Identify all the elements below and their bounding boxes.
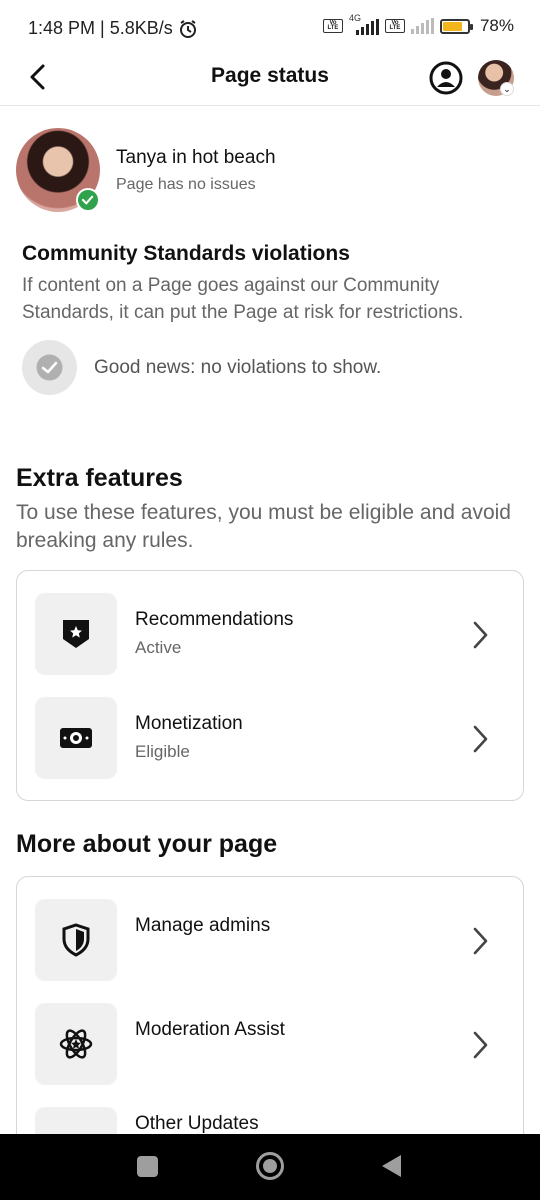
- check-badge-icon: [76, 188, 100, 212]
- more-label: Other Updates: [135, 1113, 259, 1134]
- extra-features-description: To use these features, you must be eligi…: [16, 501, 511, 552]
- chevron-right-icon: [473, 1031, 488, 1059]
- chevron-down-icon[interactable]: ⌄: [500, 82, 514, 96]
- shield-icon: [35, 899, 117, 981]
- profile-icon[interactable]: [428, 60, 464, 96]
- signal-icon: 4G: [349, 13, 379, 35]
- atom-icon: [35, 1003, 117, 1085]
- signal-icon-2: [410, 18, 434, 34]
- back-button[interactable]: [382, 1155, 401, 1177]
- feature-label: Monetization: [135, 713, 243, 734]
- system-nav-bar: [0, 1134, 540, 1200]
- community-standards-description: If content on a Page goes against our Co…: [22, 275, 464, 323]
- page-status-text: Page has no issues: [116, 176, 256, 193]
- feature-status: Eligible: [135, 742, 190, 761]
- more-label: Moderation Assist: [135, 1019, 285, 1040]
- status-time: 1:48 PM | 5.8KB/s: [28, 18, 173, 38]
- status-bar: 1:48 PM | 5.8KB/s Vo LTE 4G Vo LTE 78%: [0, 0, 540, 56]
- app-header: Page status ⌄: [0, 52, 540, 106]
- battery-icon: [439, 18, 473, 34]
- more-about-title: More about your page: [16, 830, 278, 858]
- page-name: Tanya in hot beach: [116, 147, 276, 168]
- chevron-right-icon: [473, 927, 488, 955]
- volte-icon-2: Vo LTE: [384, 19, 405, 33]
- community-standards-title: Community Standards violations: [22, 242, 350, 265]
- money-icon: [35, 697, 117, 779]
- more-label: Manage admins: [135, 915, 271, 936]
- feature-label: Recommendations: [135, 609, 294, 630]
- home-button[interactable]: [256, 1152, 284, 1180]
- alarm-icon: [180, 20, 196, 38]
- check-circle-icon: [22, 340, 77, 395]
- volte-icon: Vo LTE: [322, 19, 343, 33]
- extra-features-title: Extra features: [16, 464, 183, 492]
- status-indicators: Vo LTE 4G Vo LTE 78%: [322, 13, 514, 36]
- extra-features-card: Recommendations Active Monetization Elig…: [16, 570, 524, 801]
- battery-fill: [442, 21, 462, 31]
- violations-result: Good news: no violations to show.: [94, 357, 382, 378]
- chevron-right-icon: [473, 621, 488, 649]
- feature-row-monetization[interactable]: Monetization Eligible: [35, 697, 505, 781]
- more-about-card: Manage admins Moderation Assist Other Up…: [16, 876, 524, 1189]
- more-row-manage-admins[interactable]: Manage admins: [35, 899, 505, 983]
- feature-row-recommendations[interactable]: Recommendations Active: [35, 593, 505, 677]
- more-row-moderation-assist[interactable]: Moderation Assist: [35, 1003, 505, 1087]
- chevron-right-icon: [473, 725, 488, 753]
- recent-apps-button[interactable]: [137, 1156, 158, 1177]
- battery-text: 78%: [479, 16, 514, 35]
- shield-star-icon: [35, 593, 117, 675]
- feature-status: Active: [135, 638, 182, 657]
